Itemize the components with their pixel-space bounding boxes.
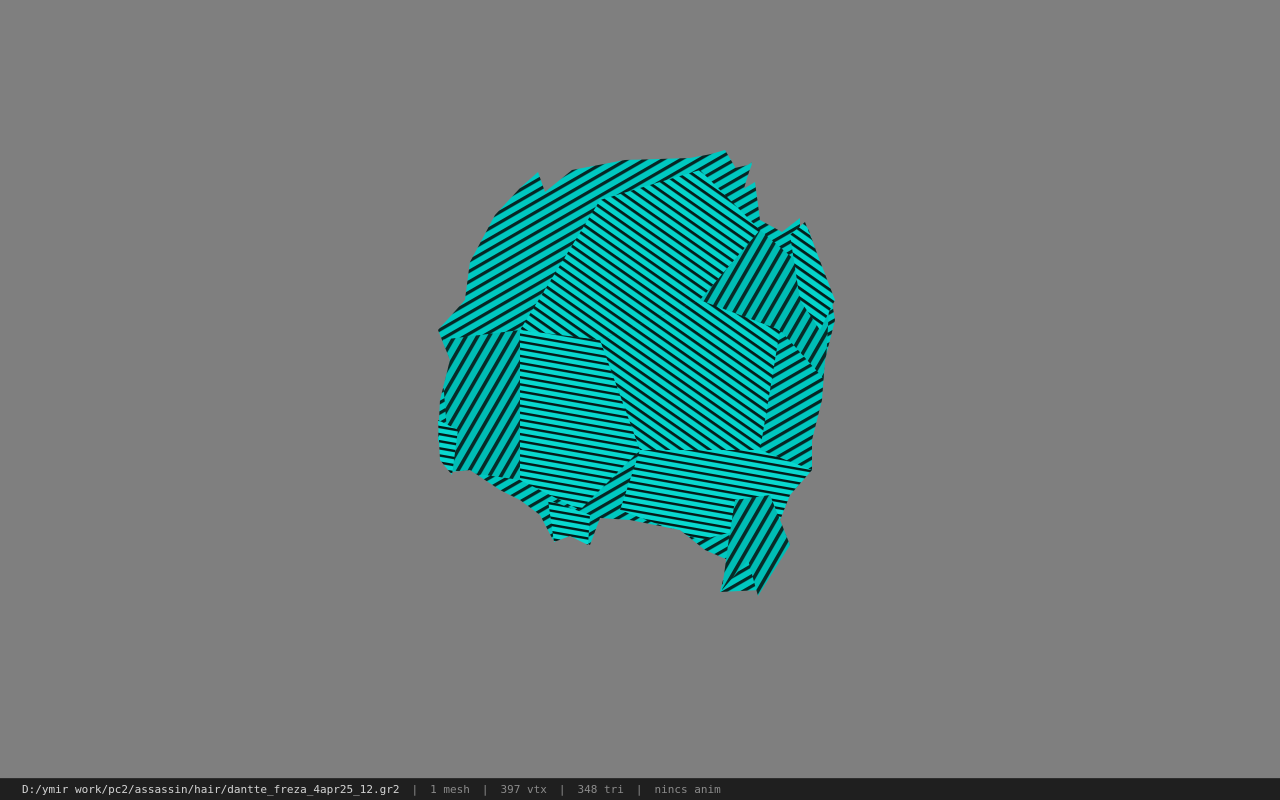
mesh-count: 1 mesh (430, 783, 470, 796)
animation-status: nincs anim (654, 783, 721, 796)
hair-mesh[interactable] (438, 150, 835, 596)
3d-viewport[interactable] (0, 0, 1280, 778)
status-bar: D:/ymir work/pc2/assassin/hair/dantte_fr… (0, 778, 1280, 800)
hair-model-render[interactable] (0, 0, 1280, 778)
status-separator: | (558, 783, 566, 796)
vertex-count: 397 vtx (500, 783, 547, 796)
status-separator: | (481, 783, 489, 796)
file-path: D:/ymir work/pc2/assassin/hair/dantte_fr… (22, 783, 400, 796)
status-separator: | (411, 783, 419, 796)
triangle-count: 348 tri (577, 783, 624, 796)
status-separator: | (635, 783, 643, 796)
